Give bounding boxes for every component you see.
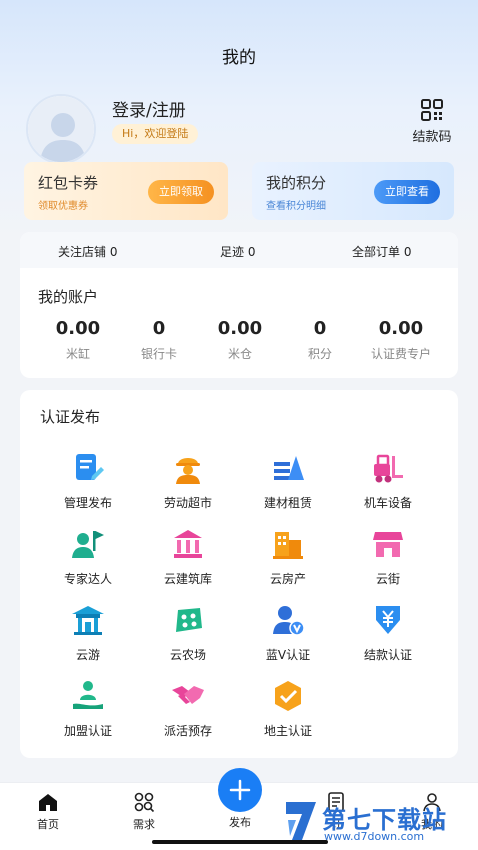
- grid-label: 机车设备: [363, 496, 412, 510]
- grid-item-cloud-building[interactable]: 云建筑库: [138, 526, 238, 587]
- account-card: 关注店铺 0 足迹 0 全部订单 0 我的账户 0.00 米缸 0 银行卡 0.…: [20, 232, 458, 378]
- grid-label: 云游: [75, 648, 100, 662]
- account-label: 米缸: [65, 347, 90, 361]
- payment-qr-button[interactable]: 结款码: [404, 98, 460, 145]
- worker-icon: [176, 458, 200, 484]
- grid-label: 地主认证: [263, 724, 312, 738]
- account-item-bank-card[interactable]: 0 银行卡: [119, 318, 199, 362]
- grid-label: 云农场: [169, 648, 206, 662]
- footprint-link[interactable]: 足迹 0: [220, 243, 255, 260]
- grid-label: 蓝V认证: [265, 648, 311, 662]
- grid-item-cloud-farm[interactable]: 云农场: [138, 602, 238, 663]
- handshake-icon: [172, 686, 204, 704]
- qr-code-icon: [421, 99, 443, 121]
- demand-icon: [134, 792, 155, 813]
- account-item-migang[interactable]: 0.00 米缸: [38, 318, 118, 362]
- plus-icon: [229, 779, 251, 801]
- cert-publish-title: 认证发布: [40, 408, 101, 426]
- followed-shops-link[interactable]: 关注店铺 0: [58, 243, 117, 260]
- grid-label: 云建筑库: [163, 572, 212, 586]
- greeting-badge: Hi，欢迎登陆: [112, 124, 199, 144]
- account-item-cert-fee[interactable]: 0.00 认证费专户: [361, 318, 441, 362]
- manage-publish-icon: [76, 454, 104, 480]
- join-hand-icon: [73, 681, 103, 709]
- bank-building-icon: [174, 530, 202, 558]
- grid-item-blue-v-cert[interactable]: 蓝V认证: [238, 602, 338, 663]
- points-card[interactable]: 我的积分 查看积分明细 立即查看: [252, 162, 454, 220]
- real-estate-icon: [273, 532, 303, 559]
- account-label: 认证费专户: [370, 347, 431, 361]
- grid-item-machinery[interactable]: 机车设备: [338, 450, 438, 511]
- account-item-points[interactable]: 0 积分: [280, 318, 360, 362]
- expert-icon: [72, 531, 104, 558]
- grid-item-labor-market[interactable]: 劳动超市: [138, 450, 238, 511]
- grid-item-job-deposit[interactable]: 派活预存: [138, 678, 238, 739]
- grid-item-cloud-real-estate[interactable]: 云房产: [238, 526, 338, 587]
- grid-item-cloud-travel[interactable]: 云游: [38, 602, 138, 663]
- grid-label: 云房产: [269, 572, 306, 586]
- grid-label: 管理发布: [63, 496, 112, 510]
- claim-now-button[interactable]: 立即领取: [148, 180, 214, 204]
- stats-row: 关注店铺 0 足迹 0 全部订单 0: [20, 232, 458, 268]
- home-indicator: [152, 840, 328, 844]
- account-value: 0.00: [217, 318, 263, 339]
- blue-v-icon: [273, 606, 305, 636]
- building-material-icon: [274, 456, 304, 480]
- watermark-logo-icon: [286, 802, 316, 840]
- page-title: 我的: [222, 48, 256, 68]
- tab-home[interactable]: 首页: [18, 791, 78, 832]
- tab-demand[interactable]: 需求: [114, 791, 174, 832]
- grid-label: 加盟认证: [63, 724, 112, 738]
- account-value: 0: [152, 318, 166, 339]
- home-icon: [39, 794, 57, 811]
- grid-item-payment-cert[interactable]: 结款认证: [338, 602, 438, 663]
- grid-label: 云街: [375, 572, 400, 586]
- login-register-link[interactable]: 登录/注册: [112, 96, 186, 121]
- account-item-micang[interactable]: 0.00 米仓: [200, 318, 280, 362]
- publish-label: 发布: [229, 816, 251, 829]
- farm-icon: [176, 608, 202, 632]
- grid-label: 派活预存: [163, 724, 212, 738]
- account-value: 0.00: [55, 318, 101, 339]
- grid-label: 建材租赁: [263, 496, 312, 510]
- grid-item-experts[interactable]: 专家达人: [38, 526, 138, 587]
- grid-item-manage-publish[interactable]: 管理发布: [38, 450, 138, 511]
- account-value: 0.00: [378, 318, 424, 339]
- watermark-url: www.d7down.com: [324, 830, 425, 843]
- grid-item-franchise-cert[interactable]: 加盟认证: [38, 678, 138, 739]
- account-value: 0: [313, 318, 327, 339]
- forklift-icon: [374, 454, 403, 483]
- account-title: 我的账户: [38, 288, 99, 306]
- coupon-card[interactable]: 红包卡券 领取优惠券 立即领取: [24, 162, 228, 220]
- grid-label: 劳动超市: [163, 496, 212, 510]
- grid-item-material-rental[interactable]: 建材租赁: [238, 450, 338, 511]
- cert-publish-card: 认证发布 管理发布 劳动超市 建材租赁 机车设备 专家达人 云建筑库 云房产 云…: [20, 390, 458, 758]
- qr-label: 结款码: [412, 130, 452, 145]
- tab-label: 首页: [37, 818, 59, 831]
- all-orders-link[interactable]: 全部订单 0: [352, 243, 411, 260]
- grid-item-cloud-street[interactable]: 云街: [338, 526, 438, 587]
- publish-fab-button[interactable]: [218, 768, 262, 812]
- grid-item-landlord-cert[interactable]: 地主认证: [238, 678, 338, 739]
- view-now-button[interactable]: 立即查看: [374, 180, 440, 204]
- avatar[interactable]: [26, 94, 96, 164]
- tab-label: 需求: [133, 818, 155, 831]
- yuan-shield-icon: [376, 606, 400, 634]
- account-label: 积分: [307, 347, 332, 361]
- grid-label: 结款认证: [363, 648, 412, 662]
- account-label: 米仓: [227, 347, 252, 361]
- pavilion-icon: [72, 606, 104, 635]
- check-badge-icon: [275, 681, 301, 711]
- shop-icon: [373, 532, 403, 557]
- account-label: 银行卡: [140, 347, 177, 361]
- grid-label: 专家达人: [63, 572, 112, 586]
